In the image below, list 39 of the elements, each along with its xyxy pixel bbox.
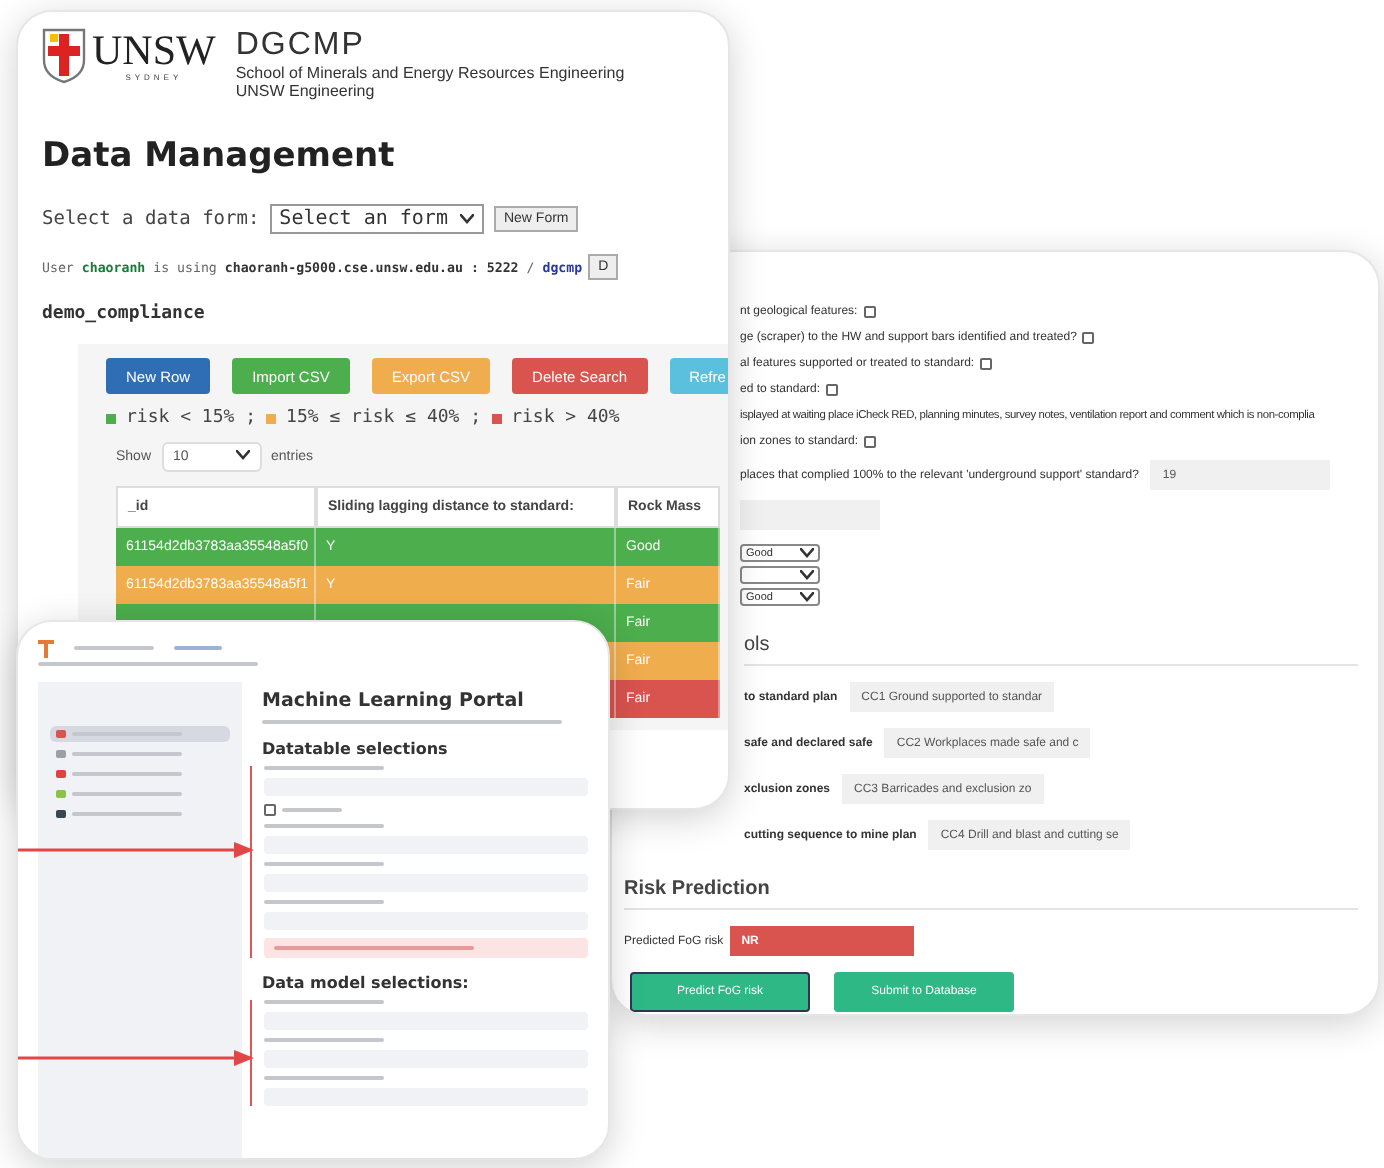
portal-title: Machine Learning Portal <box>262 690 526 712</box>
blurred-text-line <box>264 1000 384 1004</box>
section-heading: ols <box>744 634 1358 666</box>
checkbox[interactable] <box>980 358 993 370</box>
page-title: Data Management <box>42 136 397 176</box>
crest-logo-icon <box>42 28 86 84</box>
rating-select[interactable] <box>740 566 820 584</box>
blurred-text-line <box>264 1038 384 1042</box>
section-heading: Data model selections: <box>262 974 471 992</box>
checkbox[interactable] <box>863 306 876 318</box>
section-heading: Risk Prediction <box>624 878 1358 910</box>
checkbox[interactable] <box>264 804 276 816</box>
app-name: DGCMP <box>235 28 367 64</box>
blurred-text-line <box>264 862 384 866</box>
legend-label: 15% ≤ risk ≤ 40% ; <box>286 408 482 428</box>
input-field[interactable] <box>740 500 880 530</box>
checkbox[interactable] <box>864 436 877 448</box>
blurred-text-line <box>264 824 384 828</box>
section-heading: Datatable selections <box>262 740 450 758</box>
faculty-name: UNSW Engineering <box>235 82 377 100</box>
pointer-arrow-icon <box>18 842 254 858</box>
form-select[interactable]: Select an form <box>269 204 484 234</box>
blurred-text-line <box>74 646 154 650</box>
blurred-text-line <box>174 646 222 650</box>
caret-icon <box>459 214 474 224</box>
legend-label: risk > 40% <box>511 408 620 428</box>
checkbox[interactable] <box>1082 332 1095 344</box>
pointer-arrow-icon <box>18 1050 254 1066</box>
legend-label: risk < 15% ; <box>126 408 257 428</box>
logo-icon <box>38 639 54 657</box>
logo-wordmark: UNSW <box>92 30 216 72</box>
form-select-label: Select a data form: <box>42 208 260 230</box>
blurred-text-line <box>264 1076 384 1080</box>
blurred-text-line <box>264 766 384 770</box>
caret-icon <box>235 450 250 460</box>
dataset-name: demo_compliance <box>42 304 205 324</box>
blurred-text-line <box>264 900 384 904</box>
school-name: School of Minerals and Energy Resources Engineering <box>235 64 625 82</box>
checkbox[interactable] <box>826 384 839 396</box>
